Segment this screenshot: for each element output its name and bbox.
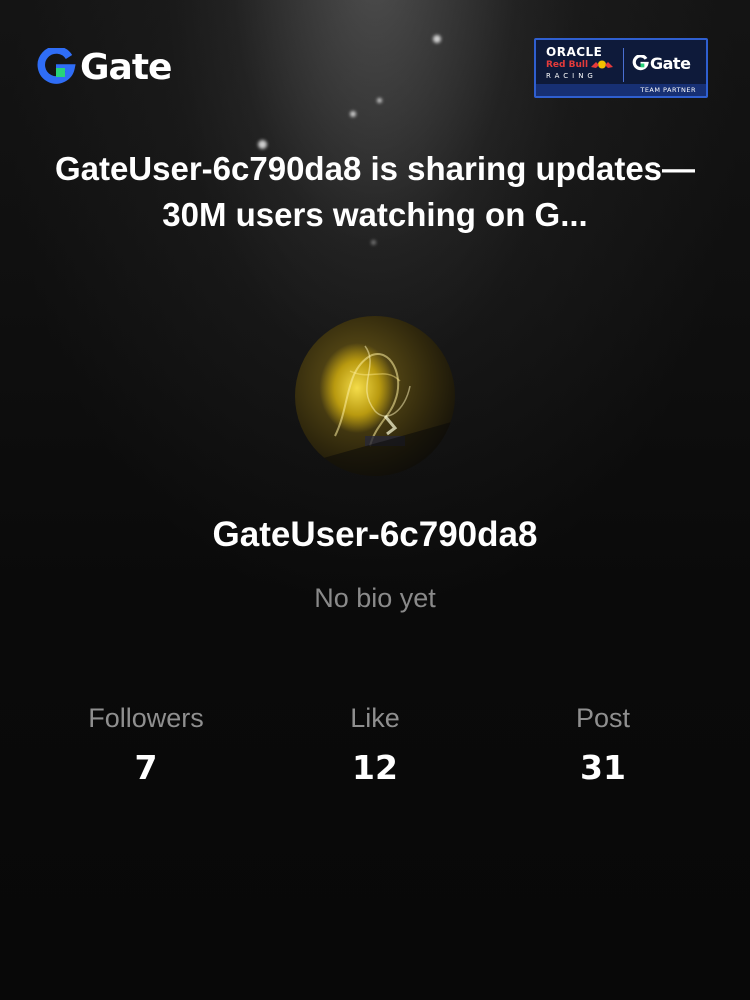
gate-logo-icon [632,55,649,71]
badge-gate-logo: Gate [632,54,691,73]
light-particle [371,240,376,245]
light-particle [377,98,382,103]
profile-photo [295,345,455,476]
light-particle [433,35,441,43]
stat-label: Like [350,703,400,733]
gate-logo: Gate [36,47,172,88]
gate-logo-icon [37,48,76,84]
team-partner-badge: ORACLE Red Bull RACING Gate TEAM PARTNER [534,38,708,98]
oracle-text: ORACLE [546,45,603,59]
stat-value: 12 [352,748,398,787]
badge-divider [623,48,624,82]
stat-value: 31 [580,748,626,787]
stat-post: Post 31 [493,700,713,789]
redbull-text: Red Bull [546,60,589,70]
team-partner-label: TEAM PARTNER [536,84,706,96]
stat-followers: Followers 7 [36,700,256,789]
gate-logo-text: Gate [80,47,172,88]
share-headline: GateUser-6c790da8 is sharing updates—30M… [54,150,696,233]
profile-username: GateUser-6c790da8 [212,515,538,554]
profile-bio: No bio yet [314,583,436,613]
light-particle [350,111,356,117]
stat-label: Post [575,703,631,733]
stat-value: 7 [134,748,158,787]
share-card: Gate ORACLE Red Bull RACING Gate TEAM PA… [0,0,750,1000]
stat-like: Like 12 [265,700,485,789]
racing-text: RACING [546,72,597,80]
badge-gate-text: Gate [650,54,691,73]
bull-icon [591,60,613,69]
stat-label: Followers [88,703,204,733]
avatar [295,316,455,476]
